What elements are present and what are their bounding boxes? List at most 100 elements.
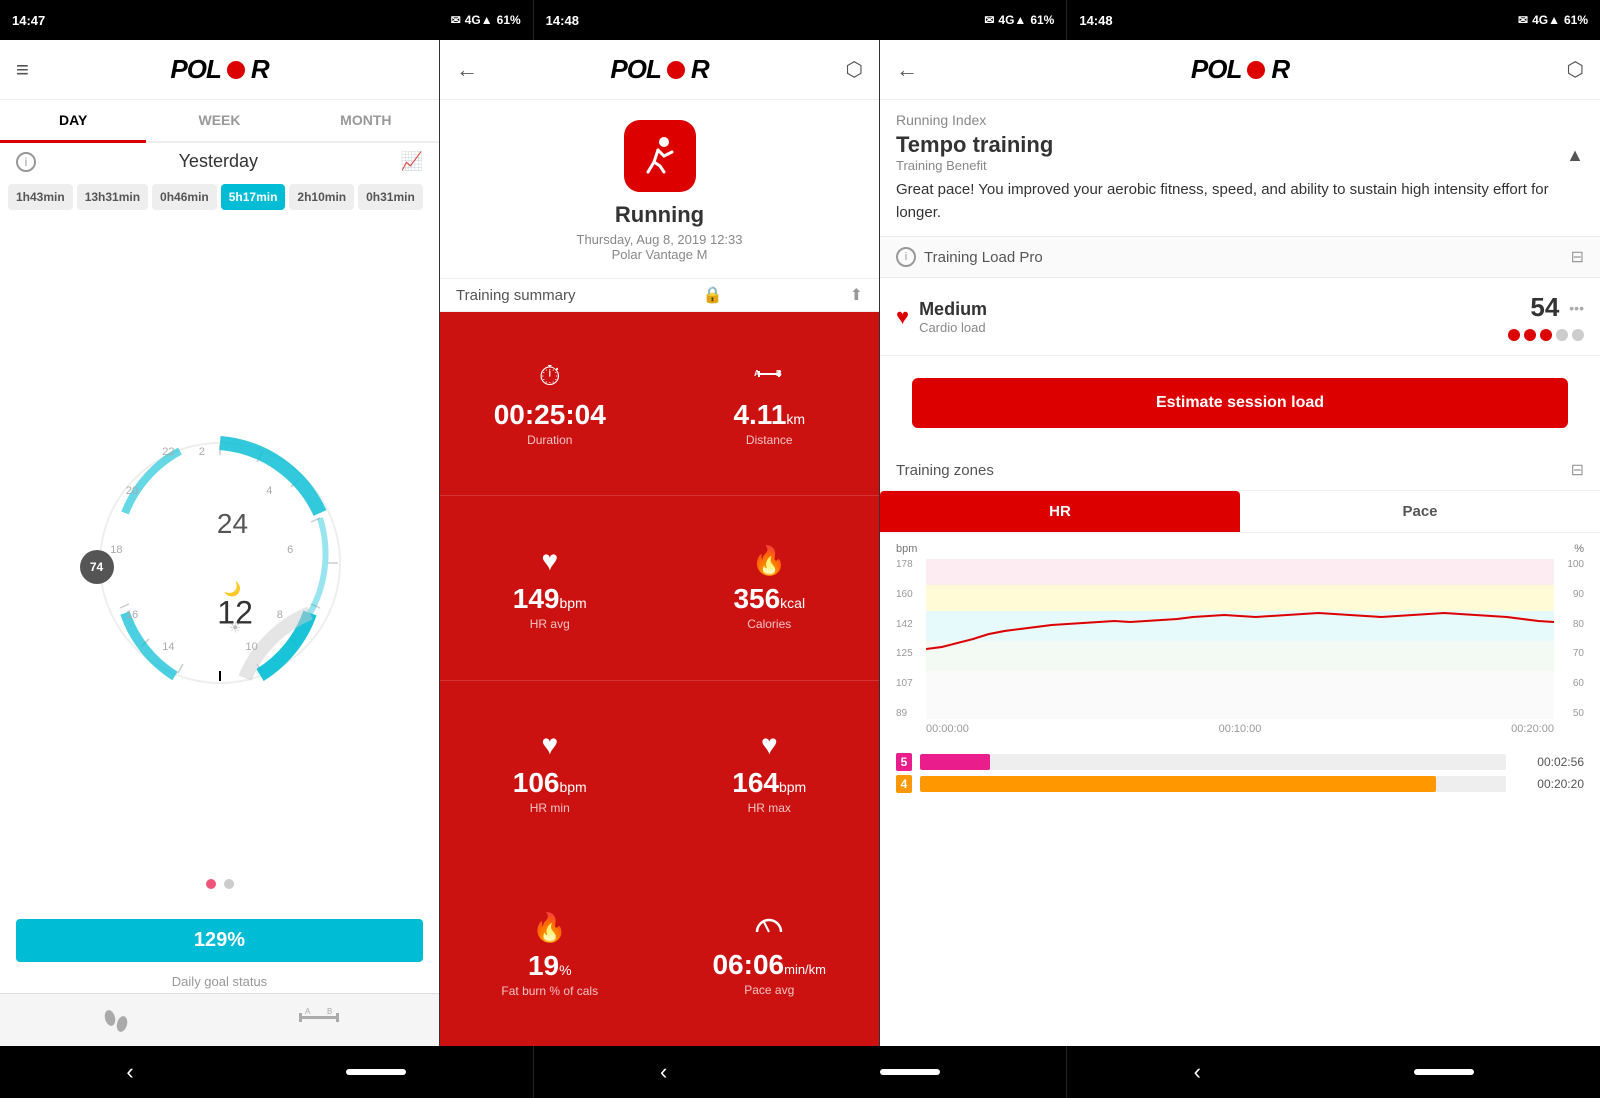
zone-num-5: 5 [896,753,912,771]
message-icon-1: ✉ [451,13,461,27]
chart-svg [926,559,1554,719]
zones-header: Training zones ⊟ [880,450,1600,491]
message-icon-3: ✉ [1518,13,1528,27]
tlp-left: i Training Load Pro [896,247,1043,267]
home-nav-3[interactable] [1414,1069,1474,1075]
nav-bar: ‹ ‹ ‹ [0,1046,1600,1098]
chart-percent-label: % [1574,543,1584,555]
share-icon-3[interactable]: ⬡ [1567,57,1584,82]
pace-value: 06:06min/km [712,949,826,981]
zone-bar-5-wrap [920,754,1506,770]
hr-min-value: 106bpm [513,767,587,799]
daily-goal-label: Daily goal status [0,970,439,993]
tlp-header: i Training Load Pro ⊟ [880,237,1600,278]
polar-logo-2: POLR [610,54,708,85]
duration-value: 00:25:04 [494,399,606,431]
dot-1 [206,879,216,889]
zone-time-4: 00:20:20 [1514,777,1584,791]
tab-day[interactable]: DAY [0,100,146,143]
flame-icon-2: 🔥 [532,911,567,944]
hr-min-unit: bpm [559,779,586,795]
calories-unit: kcal [780,595,805,611]
summary-label: Training summary [456,287,575,304]
badge-0[interactable]: 1h43min [8,184,73,210]
screen3-header: ← POLR ⬡ [880,40,1600,100]
info-icon[interactable]: i [16,152,36,172]
cardio-right: 54 ••• [1508,292,1584,341]
red-stats-section: ⏱ 00:25:04 Duration A B [440,312,879,1046]
activity-header: Running Thursday, Aug 8, 2019 12:33 Pola… [440,100,879,278]
hr-pace-tabs: HR Pace [880,491,1600,533]
tab-hr[interactable]: HR [880,491,1240,532]
back-nav-1[interactable]: ‹ [126,1059,133,1085]
tlp-settings-icon[interactable]: ⊟ [1571,247,1584,267]
running-index-label: Running Index [896,112,1584,128]
menu-icon[interactable]: ≡ [16,57,29,83]
network-3: 4G▲ [1532,13,1560,27]
polar-logo-3: POLR [1191,54,1289,85]
clock-label-20: 20 [126,485,138,497]
flame-icon-1: 🔥 [752,544,787,577]
fat-burn-label: Fat burn % of cals [501,984,598,998]
cardio-dot-5 [1572,329,1584,341]
share-icon-2[interactable]: ⬡ [846,57,863,82]
hr-max-unit: bpm [779,779,806,795]
clock-label-22: 22 [162,446,174,458]
home-nav-1[interactable] [346,1069,406,1075]
polar-logo-1: POLR [170,54,268,85]
badge-4[interactable]: 2h10min [289,184,354,210]
cardio-dot-1 [1508,329,1520,341]
speedometer-icon [754,911,784,943]
hr-max-value: 164bpm [732,767,806,799]
badge-2[interactable]: 0h46min [152,184,217,210]
zones-settings-icon[interactable]: ⊟ [1571,460,1584,480]
back-nav-3[interactable]: ‹ [1194,1059,1201,1085]
chart-icon[interactable]: 📈 [401,151,423,172]
badge-1[interactable]: 13h31min [77,184,148,210]
footsteps-icon [100,1004,132,1036]
back-nav-2[interactable]: ‹ [660,1059,667,1085]
tlp-info-icon[interactable]: i [896,247,916,267]
date-label: Yesterday [179,151,258,172]
badge-3[interactable]: 5h17min [221,184,286,210]
upload-icon[interactable]: ⬆ [850,285,863,305]
badge-5[interactable]: 0h31min [358,184,423,210]
dot-2 [224,879,234,889]
tab-pace[interactable]: Pace [1240,491,1600,532]
home-nav-2[interactable] [880,1069,940,1075]
distance-label: Distance [746,433,793,447]
cardio-dot-2 [1524,329,1536,341]
status-icons-1: ✉ 4G▲ 61% [451,13,521,27]
y-160: 160 [896,589,926,600]
screen-1-daily: ≡ POLR DAY WEEK MONTH i Yesterday 📈 1h43… [0,40,440,1046]
y-178: 178 [896,559,926,570]
status-bar-1: 14:47 ✉ 4G▲ 61% [0,0,534,40]
activity-date: Thursday, Aug 8, 2019 12:33 [577,232,743,247]
stat-hr-avg: ♥ 149bpm HR avg [440,496,660,680]
tempo-title: Tempo training [896,132,1053,158]
chart-bpm-label: bpm [896,543,917,555]
tab-month[interactable]: MONTH [293,100,439,141]
screen1-tabs: DAY WEEK MONTH [0,100,439,143]
status-bar-3: 14:48 ✉ 4G▲ 61% [1067,0,1600,40]
progress-bar: 129% [16,919,423,962]
clock-svg [90,433,350,693]
screen2-header: ← POLR ⬡ [440,40,879,100]
tab-week[interactable]: WEEK [146,100,292,141]
screen-2-running: ← POLR ⬡ Running Thursday, Aug 8, [440,40,880,1046]
back-icon-2[interactable]: ← [456,57,478,83]
stat-hr-min: ♥ 106bpm HR min [440,681,660,863]
pace-label: Pace avg [744,983,794,997]
stat-pace-avg: 06:06min/km Pace avg [660,863,880,1046]
duration-label: Duration [527,433,572,447]
x-20: 00:20:00 [1511,723,1554,735]
zone-num-4: 4 [896,775,912,793]
activity-title: Running [615,202,704,228]
back-icon-3[interactable]: ← [896,57,918,83]
three-dots-icon[interactable]: ••• [1569,300,1584,316]
estimate-session-load-button[interactable]: Estimate session load [912,378,1568,428]
clock-label-10: 10 [246,641,258,653]
time-3: 14:48 [1079,13,1112,28]
y-axis-right: 100 90 80 70 60 50 [1554,559,1584,719]
lock-icon: 🔒 [703,285,723,305]
